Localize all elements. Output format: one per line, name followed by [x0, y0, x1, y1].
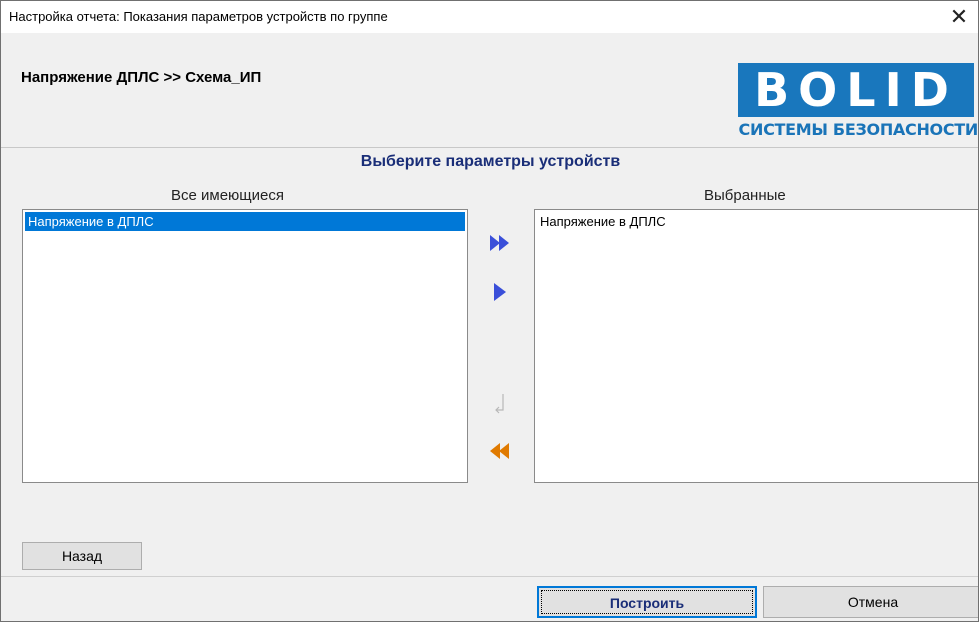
logo-text: BOLID: [754, 63, 958, 117]
add-all-button[interactable]: [483, 226, 517, 260]
list-item[interactable]: Напряжение в ДПЛС: [537, 212, 976, 231]
double-right-arrow-icon: [490, 235, 509, 251]
selected-list[interactable]: Напряжение в ДПЛС: [534, 209, 978, 483]
logo-subtitle: СИСТЕМЫ БЕЗОПАСНОСТИ: [738, 120, 978, 139]
remove-one-button[interactable]: [483, 386, 517, 420]
build-button-label: Построить: [609, 595, 685, 611]
breadcrumb: Напряжение ДПЛС >> Схема_ИП: [21, 69, 262, 86]
wizard-header: Напряжение ДПЛС >> Схема_ИП BOLID СИСТЕМ…: [1, 33, 978, 148]
list-item[interactable]: Напряжение в ДПЛС: [25, 212, 465, 231]
window-title: Настройка отчета: Показания параметров у…: [9, 9, 388, 24]
add-one-button[interactable]: [483, 275, 517, 309]
cancel-button[interactable]: Отмена: [763, 586, 978, 618]
left-arrow-icon: [495, 394, 504, 414]
title-bar: Настройка отчета: Показания параметров у…: [1, 1, 978, 33]
available-list[interactable]: Напряжение в ДПЛС: [22, 209, 468, 483]
available-list-label: Все имеющиеся: [171, 187, 284, 204]
page-heading: Выберите параметры устройств: [360, 153, 621, 170]
build-button[interactable]: Построить: [537, 586, 757, 618]
right-arrow-icon: [494, 283, 506, 301]
back-button[interactable]: Назад: [22, 542, 142, 570]
footer-divider: [1, 576, 978, 577]
remove-all-button[interactable]: [483, 434, 517, 468]
double-left-arrow-icon: [490, 443, 509, 459]
close-icon[interactable]: ✕: [946, 4, 972, 30]
bolid-logo: BOLID СИСТЕМЫ БЕЗОПАСНОСТИ: [738, 63, 978, 147]
selected-list-label: Выбранные: [704, 187, 786, 204]
report-settings-dialog: Настройка отчета: Показания параметров у…: [0, 0, 979, 622]
